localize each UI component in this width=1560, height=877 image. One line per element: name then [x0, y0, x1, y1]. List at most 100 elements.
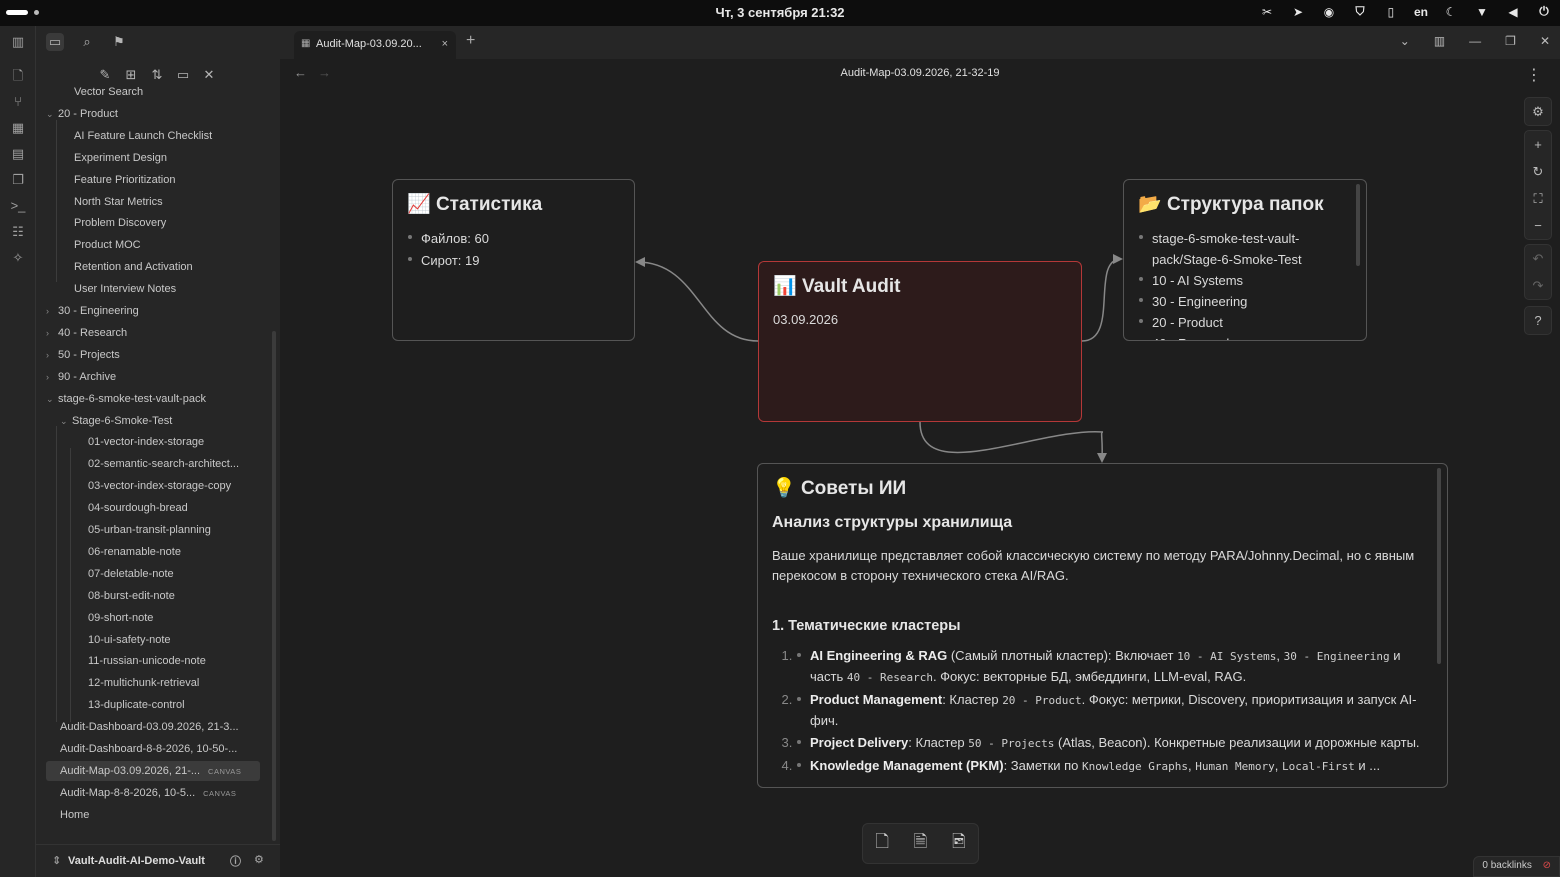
- tree-folder[interactable]: › 40 - Research: [46, 323, 127, 343]
- tree-file[interactable]: Experiment Design: [46, 148, 167, 168]
- shield-icon[interactable]: ⛉: [1352, 4, 1368, 19]
- tree-file[interactable]: 11-russian-unicode-note: [46, 651, 206, 671]
- new-note-icon[interactable]: ✎: [96, 66, 114, 84]
- language-indicator[interactable]: en: [1414, 5, 1428, 19]
- tab-list-icon[interactable]: ⌄: [1400, 34, 1410, 48]
- card-icon[interactable]: 🗋: [875, 829, 889, 858]
- tree-folder[interactable]: › 90 - Archive: [46, 367, 116, 387]
- telegram-icon[interactable]: ➤: [1290, 5, 1306, 19]
- tree-file[interactable]: 09-short-note: [46, 608, 153, 628]
- steam-icon[interactable]: ◉: [1321, 5, 1337, 19]
- tree-file[interactable]: Audit-Dashboard-8-8-2026, 10-50-...: [46, 739, 237, 759]
- node-scrollbar[interactable]: [1356, 184, 1360, 266]
- tab-audit-map[interactable]: ▦ Audit-Map-03.09.20... ×: [294, 31, 456, 59]
- tree-file[interactable]: 01-vector-index-storage: [46, 432, 204, 452]
- clipboard-icon[interactable]: ▯: [1383, 5, 1399, 19]
- copy-icon[interactable]: ❐: [10, 172, 26, 188]
- tree-file[interactable]: 04-sourdough-bread: [46, 498, 188, 518]
- files-icon[interactable]: 🗋: [10, 68, 26, 84]
- tree-file[interactable]: Audit-Map-8-8-2026, 10-5... CANVAS: [46, 783, 236, 803]
- tree-file[interactable]: Audit-Map-03.09.2026, 21-... CANVAS: [46, 760, 260, 781]
- sort-icon[interactable]: ⇅: [148, 66, 166, 84]
- collapse-icon[interactable]: ▭: [174, 66, 192, 84]
- search-icon[interactable]: ⌕: [78, 33, 96, 51]
- vault-switcher[interactable]: ⇕ Vault-Audit-AI-Demo-Vault ⓘ ⚙: [36, 844, 280, 877]
- backlinks-count[interactable]: 0 backlinks: [1482, 860, 1531, 871]
- media-icon[interactable]: 🖻: [952, 829, 966, 858]
- tree-file[interactable]: 02-semantic-search-architect...: [46, 454, 239, 474]
- redo-icon[interactable]: ↷: [1525, 272, 1551, 299]
- chevron-right-icon[interactable]: ›: [46, 367, 58, 387]
- maximize-icon[interactable]: ❐: [1505, 34, 1516, 48]
- tree-file[interactable]: 03-vector-index-storage-copy: [46, 476, 231, 496]
- tree-file[interactable]: Feature Prioritization: [46, 170, 176, 190]
- plugins-icon[interactable]: ✧: [10, 250, 26, 266]
- folder-structure-node[interactable]: 📂 Структура папок stage-6-smoke-test-vau…: [1123, 179, 1367, 341]
- sync-error-icon[interactable]: ⊘: [1543, 860, 1551, 871]
- reset-zoom-icon[interactable]: ↻: [1525, 158, 1551, 185]
- tree-folder[interactable]: ⌄ Stage-6-Smoke-Test: [46, 411, 172, 431]
- calendar-icon[interactable]: ▤: [10, 146, 26, 162]
- tree-file[interactable]: AI Feature Launch Checklist: [46, 126, 212, 146]
- tree-file[interactable]: 13-duplicate-control: [46, 695, 185, 715]
- tree-file[interactable]: 10-ui-safety-note: [46, 630, 171, 650]
- edge-main-to-stats[interactable]: [636, 261, 759, 342]
- power-icon[interactable]: ⏻: [1536, 4, 1552, 19]
- graph-icon[interactable]: ⑂: [10, 94, 26, 110]
- wifi-icon[interactable]: ▼: [1474, 5, 1490, 19]
- chevron-down-icon[interactable]: ⌄: [46, 389, 58, 409]
- ai-tips-node[interactable]: 💡 Советы ИИ Анализ структуры хранилища В…: [757, 463, 1448, 788]
- stats-node[interactable]: 📈 Статистика Файлов: 60 Сирот: 19: [392, 179, 635, 341]
- more-options-icon[interactable]: ⋮: [1526, 65, 1542, 85]
- note-icon[interactable]: 🗎: [914, 829, 928, 858]
- list-icon[interactable]: ☷: [10, 224, 26, 240]
- tray-app-icon[interactable]: ✂: [1259, 5, 1275, 19]
- tree-file[interactable]: North Star Metrics: [46, 192, 163, 212]
- volume-icon[interactable]: ◀: [1505, 5, 1521, 19]
- grid-icon[interactable]: ▦: [10, 120, 26, 136]
- view-title[interactable]: Audit-Map-03.09.2026, 21-32-19: [280, 67, 1560, 79]
- settings-icon[interactable]: ⚙: [1525, 98, 1551, 125]
- tree-folder[interactable]: › 50 - Projects: [46, 345, 120, 365]
- chevron-right-icon[interactable]: ›: [46, 345, 58, 365]
- tree-folder[interactable]: › 30 - Engineering: [46, 301, 139, 321]
- tree-file[interactable]: 12-multichunk-retrieval: [46, 673, 199, 693]
- sidebar-scrollbar[interactable]: [272, 331, 276, 841]
- tree-file[interactable]: User Interview Notes: [46, 279, 176, 299]
- vault-chevron-icon[interactable]: ⇕: [52, 854, 61, 867]
- chevron-right-icon[interactable]: ›: [46, 301, 58, 321]
- tree-file[interactable]: Retention and Activation: [46, 257, 193, 277]
- tree-file[interactable]: 07-deletable-note: [46, 564, 174, 584]
- bookmark-icon[interactable]: ⚑: [110, 33, 128, 51]
- undo-icon[interactable]: ↶: [1525, 245, 1551, 272]
- new-tab-button[interactable]: +: [466, 32, 475, 50]
- sidebar-toggle-icon[interactable]: ▥: [10, 34, 26, 50]
- chevron-down-icon[interactable]: ⌄: [46, 104, 58, 124]
- minimize-icon[interactable]: —: [1469, 34, 1481, 48]
- edge-main-to-folders[interactable]: [1081, 258, 1122, 342]
- node-scrollbar[interactable]: [1437, 468, 1441, 664]
- fit-icon[interactable]: ⛶: [1525, 185, 1551, 212]
- canvas-area[interactable]: 📈 Статистика Файлов: 60 Сирот: 19 📊 Vault…: [280, 87, 1560, 877]
- terminal-icon[interactable]: >_: [10, 198, 26, 214]
- vault-name[interactable]: Vault-Audit-AI-Demo-Vault: [68, 855, 205, 867]
- tree-file[interactable]: Audit-Dashboard-03.09.2026, 21-3...: [46, 717, 239, 737]
- right-sidebar-toggle-icon[interactable]: ▥: [1434, 34, 1445, 48]
- tree-file[interactable]: 05-urban-transit-planning: [46, 520, 211, 540]
- tree-file[interactable]: 08-burst-edit-note: [46, 586, 175, 606]
- close-icon[interactable]: ✕: [200, 66, 218, 84]
- tree-folder[interactable]: ⌄ 20 - Product: [46, 104, 118, 124]
- help-icon[interactable]: ?: [1525, 307, 1551, 334]
- night-mode-icon[interactable]: ☾: [1443, 5, 1459, 19]
- zoom-in-icon[interactable]: +: [1525, 131, 1551, 158]
- tree-folder[interactable]: ⌄ stage-6-smoke-test-vault-pack: [46, 389, 206, 409]
- chevron-down-icon[interactable]: ⌄: [60, 411, 72, 431]
- tree-file[interactable]: Problem Discovery: [46, 213, 166, 233]
- settings-gear-icon[interactable]: ⚙: [254, 853, 264, 866]
- tab-close-button[interactable]: ×: [442, 31, 448, 57]
- new-folder-icon[interactable]: ⊞: [122, 66, 140, 84]
- chevron-right-icon[interactable]: ›: [46, 323, 58, 343]
- folder-icon[interactable]: ▭: [46, 33, 64, 51]
- tree-file[interactable]: Home: [46, 805, 89, 825]
- help-icon[interactable]: ⓘ: [230, 853, 241, 869]
